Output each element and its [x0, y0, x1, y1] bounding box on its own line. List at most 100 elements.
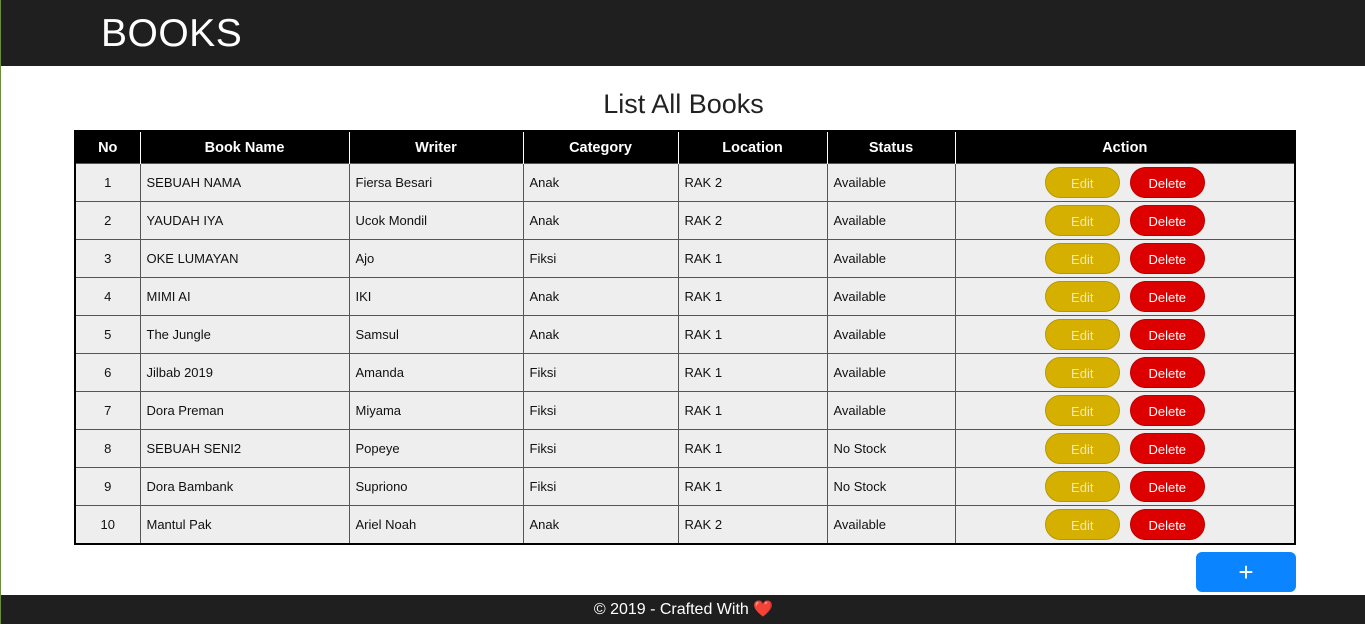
- page-title: List All Books: [603, 89, 764, 119]
- edit-button[interactable]: Edit: [1044, 243, 1120, 274]
- edit-button[interactable]: Edit: [1044, 471, 1120, 502]
- cell-no: 7: [74, 391, 141, 430]
- delete-button[interactable]: Delete: [1129, 205, 1205, 236]
- table-row: 1 SEBUAH NAMA Fiersa Besari Anak RAK 2 Availa…: [74, 163, 1296, 202]
- cell-category: Anak: [522, 163, 679, 202]
- delete-button[interactable]: Delete: [1129, 433, 1205, 464]
- delete-button[interactable]: Delete: [1129, 395, 1205, 426]
- cell-no: 5: [74, 315, 141, 354]
- cell-no: 10: [74, 505, 141, 545]
- cell-writer: Amanda: [348, 353, 524, 392]
- table-row: 3 OKE LUMAYAN Ajo Fiksi RAK 1 Available Edit De…: [74, 239, 1296, 278]
- cell-writer: Samsul: [348, 315, 524, 354]
- cell-writer: Fiersa Besari: [348, 163, 524, 202]
- cell-book-name: Jilbab 2019: [139, 353, 350, 392]
- cell-action: Edit Delete: [954, 277, 1296, 316]
- cell-book-name: The Jungle: [139, 315, 350, 354]
- delete-button[interactable]: Delete: [1129, 357, 1205, 388]
- edit-button[interactable]: Edit: [1044, 433, 1120, 464]
- cell-writer: Miyama: [348, 391, 524, 430]
- delete-button[interactable]: Delete: [1129, 243, 1205, 274]
- cell-action: Edit Delete: [954, 353, 1296, 392]
- navbar: BOOKS: [1, 0, 1365, 66]
- cell-writer: IKI: [348, 277, 524, 316]
- header-book-name: Book Name: [139, 131, 349, 164]
- edit-button[interactable]: Edit: [1044, 281, 1120, 312]
- heart-icon: ❤️: [753, 601, 774, 618]
- cell-action: Edit Delete: [954, 429, 1296, 468]
- cell-action: Edit Delete: [954, 467, 1296, 506]
- cell-no: 3: [74, 239, 141, 278]
- header-writer: Writer: [348, 131, 523, 164]
- cell-category: Anak: [522, 201, 679, 240]
- cell-no: 4: [74, 277, 141, 316]
- cell-location: RAK 1: [677, 353, 828, 392]
- edit-button[interactable]: Edit: [1044, 167, 1120, 198]
- cell-status: Available: [826, 163, 956, 202]
- table-row: 10 Mantul Pak Ariel Noah Anak RAK 2 Available…: [74, 505, 1296, 545]
- cell-book-name: Dora Bambank: [139, 467, 350, 506]
- cell-category: Fiksi: [522, 467, 679, 506]
- cell-location: RAK 2: [677, 505, 828, 545]
- cell-book-name: MIMI AI: [139, 277, 350, 316]
- table-row: 2 YAUDAH IYA Ucok Mondil Anak RAK 2 Available…: [74, 201, 1296, 240]
- cell-location: RAK 1: [677, 391, 828, 430]
- cell-writer: Ajo: [348, 239, 524, 278]
- cell-status: Available: [826, 277, 956, 316]
- table-header-row: No Book Name Writer Category Location St…: [75, 131, 1295, 164]
- cell-status: Available: [826, 239, 956, 278]
- header-no: No: [75, 131, 140, 164]
- cell-status: No Stock: [826, 429, 956, 468]
- cell-status: Available: [826, 353, 956, 392]
- cell-writer: Ariel Noah: [348, 505, 524, 545]
- cell-status: Available: [826, 505, 956, 545]
- edit-button[interactable]: Edit: [1044, 395, 1120, 426]
- header-action: Action: [954, 131, 1295, 164]
- edit-button[interactable]: Edit: [1044, 319, 1120, 350]
- cell-location: RAK 1: [677, 315, 828, 354]
- cell-writer: Supriono: [348, 467, 524, 506]
- cell-action: Edit Delete: [954, 163, 1296, 202]
- cell-category: Anak: [522, 277, 679, 316]
- cell-location: RAK 2: [677, 163, 828, 202]
- header-category: Category: [522, 131, 678, 164]
- edit-button[interactable]: Edit: [1044, 509, 1120, 540]
- delete-button[interactable]: Delete: [1129, 471, 1205, 502]
- cell-status: Available: [826, 315, 956, 354]
- cell-book-name: OKE LUMAYAN: [139, 239, 350, 278]
- cell-location: RAK 2: [677, 201, 828, 240]
- cell-action: Edit Delete: [954, 315, 1296, 354]
- cell-no: 6: [74, 353, 141, 392]
- cell-writer: Popeye: [348, 429, 524, 468]
- delete-button[interactable]: Delete: [1129, 167, 1205, 198]
- delete-button[interactable]: Delete: [1129, 319, 1205, 350]
- table-row: 6 Jilbab 2019 Amanda Fiksi RAK 1 Available Edi…: [74, 353, 1296, 392]
- cell-book-name: Mantul Pak: [139, 505, 350, 545]
- cell-action: Edit Delete: [954, 239, 1296, 278]
- cell-category: Fiksi: [522, 391, 679, 430]
- header-status: Status: [826, 131, 955, 164]
- table-row: 5 The Jungle Samsul Anak RAK 1 Available Edit D…: [74, 315, 1296, 354]
- cell-category: Anak: [522, 505, 679, 545]
- cell-category: Anak: [522, 315, 679, 354]
- cell-status: Available: [826, 201, 956, 240]
- delete-button[interactable]: Delete: [1129, 509, 1205, 540]
- table-row: 8 SEBUAH SENI2 Popeye Fiksi RAK 1 No Stock Edi…: [74, 429, 1296, 468]
- cell-no: 9: [74, 467, 141, 506]
- header-location: Location: [677, 131, 827, 164]
- cell-no: 8: [74, 429, 141, 468]
- cell-category: Fiksi: [522, 353, 679, 392]
- delete-button[interactable]: Delete: [1129, 281, 1205, 312]
- cell-location: RAK 1: [677, 429, 828, 468]
- cell-location: RAK 1: [677, 277, 828, 316]
- edit-button[interactable]: Edit: [1044, 205, 1120, 236]
- cell-book-name: SEBUAH SENI2: [139, 429, 350, 468]
- cell-writer: Ucok Mondil: [348, 201, 524, 240]
- cell-status: Available: [826, 391, 956, 430]
- table-row: 9 Dora Bambank Supriono Fiksi RAK 1 No Stock E…: [74, 467, 1296, 506]
- cell-no: 2: [74, 201, 141, 240]
- edit-button[interactable]: Edit: [1044, 357, 1120, 388]
- cell-category: Fiksi: [522, 239, 679, 278]
- add-book-button[interactable]: +: [1196, 552, 1296, 592]
- brand-title[interactable]: BOOKS: [101, 12, 242, 56]
